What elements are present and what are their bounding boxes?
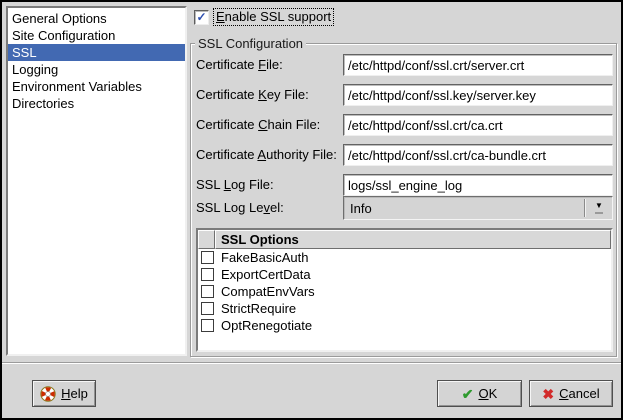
- certificate-key-file-label: Certificate Key File:: [196, 87, 309, 103]
- table-row-exportcertdata[interactable]: ExportCertData: [198, 266, 611, 283]
- chevron-down-icon: ▼: [595, 202, 603, 210]
- cancel-button[interactable]: ✖ Cancel: [529, 380, 613, 407]
- combo-arrow-button[interactable]: ▼: [586, 202, 612, 214]
- exportcertdata-checkbox[interactable]: [201, 268, 214, 281]
- category-list: General Options Site Configuration SSL L…: [6, 6, 187, 356]
- bottom-separator: [2, 362, 621, 363]
- combo-grip: [595, 212, 603, 214]
- option-label: CompatEnvVars: [221, 284, 315, 299]
- ssl-log-level-label: SSL Log Level:: [196, 200, 284, 216]
- certificate-chain-file-label: Certificate Chain File:: [196, 117, 320, 133]
- ssl-log-level-selected-value: Info: [344, 201, 584, 216]
- ssl-options-table: SSL Options FakeBasicAuth ExportCertData…: [196, 228, 613, 352]
- ssl-log-file-label: SSL Log File:: [196, 177, 274, 193]
- ssl-log-file-input[interactable]: [343, 174, 613, 196]
- optrenegotiate-checkbox[interactable]: [201, 319, 214, 332]
- help-button-label: Help: [61, 386, 88, 401]
- option-label: ExportCertData: [221, 267, 311, 282]
- ok-button-label: OK: [478, 386, 497, 401]
- option-label: OptRenegotiate: [221, 318, 312, 333]
- sidebar-item-general-options[interactable]: General Options: [8, 10, 185, 27]
- table-row-strictrequire[interactable]: StrictRequire: [198, 300, 611, 317]
- checkbox-column-header[interactable]: [198, 230, 215, 249]
- red-x-icon: ✖: [542, 387, 554, 401]
- enable-ssl-label[interactable]: Enable SSL support: [213, 8, 334, 26]
- cancel-button-label: Cancel: [559, 386, 599, 401]
- table-header-row: SSL Options: [198, 230, 611, 249]
- compatenvvars-checkbox[interactable]: [201, 285, 214, 298]
- sidebar-item-logging[interactable]: Logging: [8, 61, 185, 78]
- certificate-file-input[interactable]: [343, 54, 613, 76]
- httpd-ssl-config-window: General Options Site Configuration SSL L…: [0, 0, 623, 420]
- sidebar-item-directories[interactable]: Directories: [8, 95, 185, 112]
- enable-ssl-checkbox[interactable]: ✓: [194, 10, 209, 25]
- certificate-key-file-input[interactable]: [343, 84, 613, 106]
- option-label: FakeBasicAuth: [221, 250, 308, 265]
- fakebasicauth-checkbox[interactable]: [201, 251, 214, 264]
- strictrequire-checkbox[interactable]: [201, 302, 214, 315]
- green-check-icon: ✔: [462, 387, 474, 401]
- option-label: StrictRequire: [221, 301, 296, 316]
- table-row-optrenegotiate[interactable]: OptRenegotiate: [198, 317, 611, 334]
- ssl-options-column-header[interactable]: SSL Options: [215, 230, 611, 249]
- certificate-file-label: Certificate File:: [196, 57, 283, 73]
- checkmark-icon: ✓: [196, 11, 206, 23]
- help-button[interactable]: Help: [32, 380, 96, 407]
- sidebar-item-environment-variables[interactable]: Environment Variables: [8, 78, 185, 95]
- lifebuoy-icon: [40, 386, 56, 402]
- ssl-log-level-dropdown[interactable]: Info ▼: [343, 196, 613, 220]
- certificate-chain-file-input[interactable]: [343, 114, 613, 136]
- ssl-configuration-group-title: SSL Configuration: [195, 36, 306, 51]
- ok-button[interactable]: ✔ OK: [437, 380, 522, 407]
- table-row-compatenvvars[interactable]: CompatEnvVars: [198, 283, 611, 300]
- table-row-fakebasicauth[interactable]: FakeBasicAuth: [198, 249, 611, 266]
- sidebar-item-ssl[interactable]: SSL: [8, 44, 185, 61]
- sidebar-item-site-configuration[interactable]: Site Configuration: [8, 27, 185, 44]
- enable-ssl-checkbox-row[interactable]: ✓ Enable SSL support: [194, 8, 334, 26]
- certificate-authority-file-input[interactable]: [343, 144, 613, 166]
- certificate-authority-file-label: Certificate Authority File:: [196, 147, 337, 163]
